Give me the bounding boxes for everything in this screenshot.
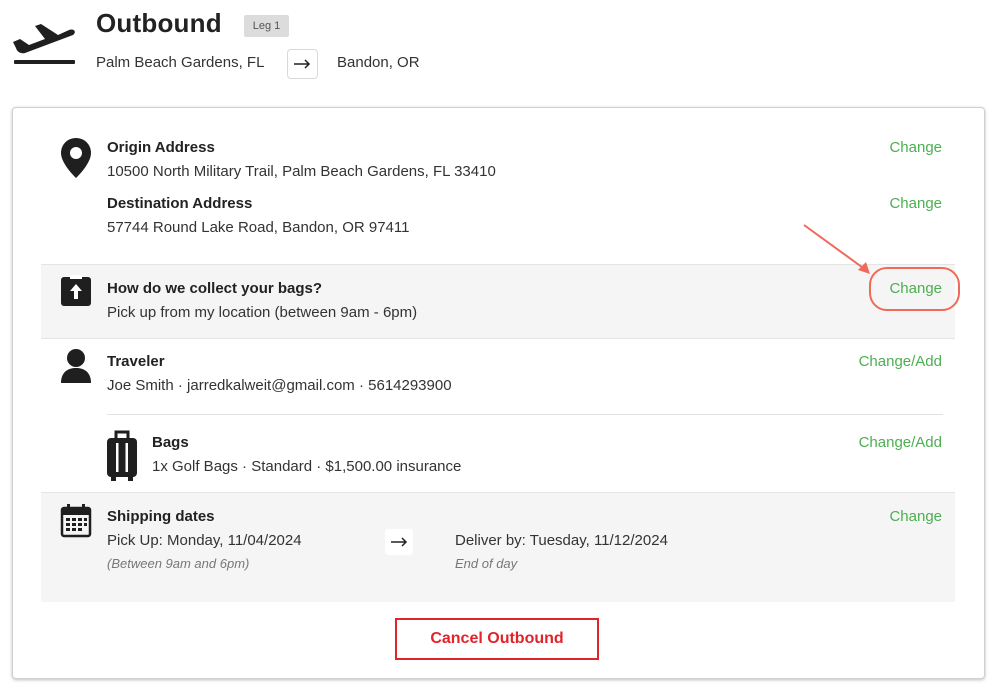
change-add-bags-button[interactable]: Change/Add xyxy=(842,434,942,451)
pickup-date: Pick Up: Monday, 11/04/2024 xyxy=(107,532,302,549)
collection-method: Pick up from my location (between 9am - … xyxy=(107,304,418,321)
collection-label: How do we collect your bags? xyxy=(107,280,323,297)
calendar-icon xyxy=(60,504,92,538)
bags-label: Bags xyxy=(152,434,189,451)
traveler-label: Traveler xyxy=(107,353,165,370)
pickup-window: (Between 9am and 6pm) xyxy=(107,556,250,571)
change-add-traveler-button[interactable]: Change/Add xyxy=(842,353,942,370)
destination-label: Destination Address xyxy=(107,195,253,212)
suitcase-icon xyxy=(107,430,137,481)
map-pin-icon xyxy=(61,138,91,178)
shipping-dates-label: Shipping dates xyxy=(107,508,215,525)
annotation-highlight xyxy=(869,267,960,311)
dates-arrow xyxy=(385,529,413,555)
change-destination-button[interactable]: Change xyxy=(862,195,942,212)
page-title: Outbound xyxy=(96,8,222,38)
right-arrow-icon xyxy=(294,59,311,69)
right-arrow-icon xyxy=(390,537,407,547)
destination-address: 57744 Round Lake Road, Bandon, OR 97411 xyxy=(107,219,410,236)
annotation-arrow-icon xyxy=(803,224,870,274)
destination-city: Bandon, OR xyxy=(337,54,420,71)
cancel-outbound-button[interactable]: Cancel Outbound xyxy=(395,618,599,660)
bags-details: 1x Golf Bags · Standard · $1,500.00 insu… xyxy=(152,458,462,475)
delivery-date: Deliver by: Tuesday, 11/12/2024 xyxy=(455,532,668,549)
origin-label: Origin Address xyxy=(107,139,215,156)
origin-city: Palm Beach Gardens, FL xyxy=(96,54,265,71)
route-arrow xyxy=(287,49,318,79)
traveler-details: Joe Smith · jarredkalweit@gmail.com · 56… xyxy=(107,377,452,394)
change-origin-button[interactable]: Change xyxy=(862,139,942,156)
divider xyxy=(107,414,943,415)
plane-departure-icon xyxy=(13,24,75,64)
leg-badge: Leg 1 xyxy=(244,15,289,37)
change-shipping-dates-button[interactable]: Change xyxy=(862,508,942,525)
bag-upload-icon xyxy=(61,275,91,306)
delivery-window: End of day xyxy=(455,556,518,571)
user-icon xyxy=(61,349,91,383)
origin-address: 10500 North Military Trail, Palm Beach G… xyxy=(107,163,496,180)
